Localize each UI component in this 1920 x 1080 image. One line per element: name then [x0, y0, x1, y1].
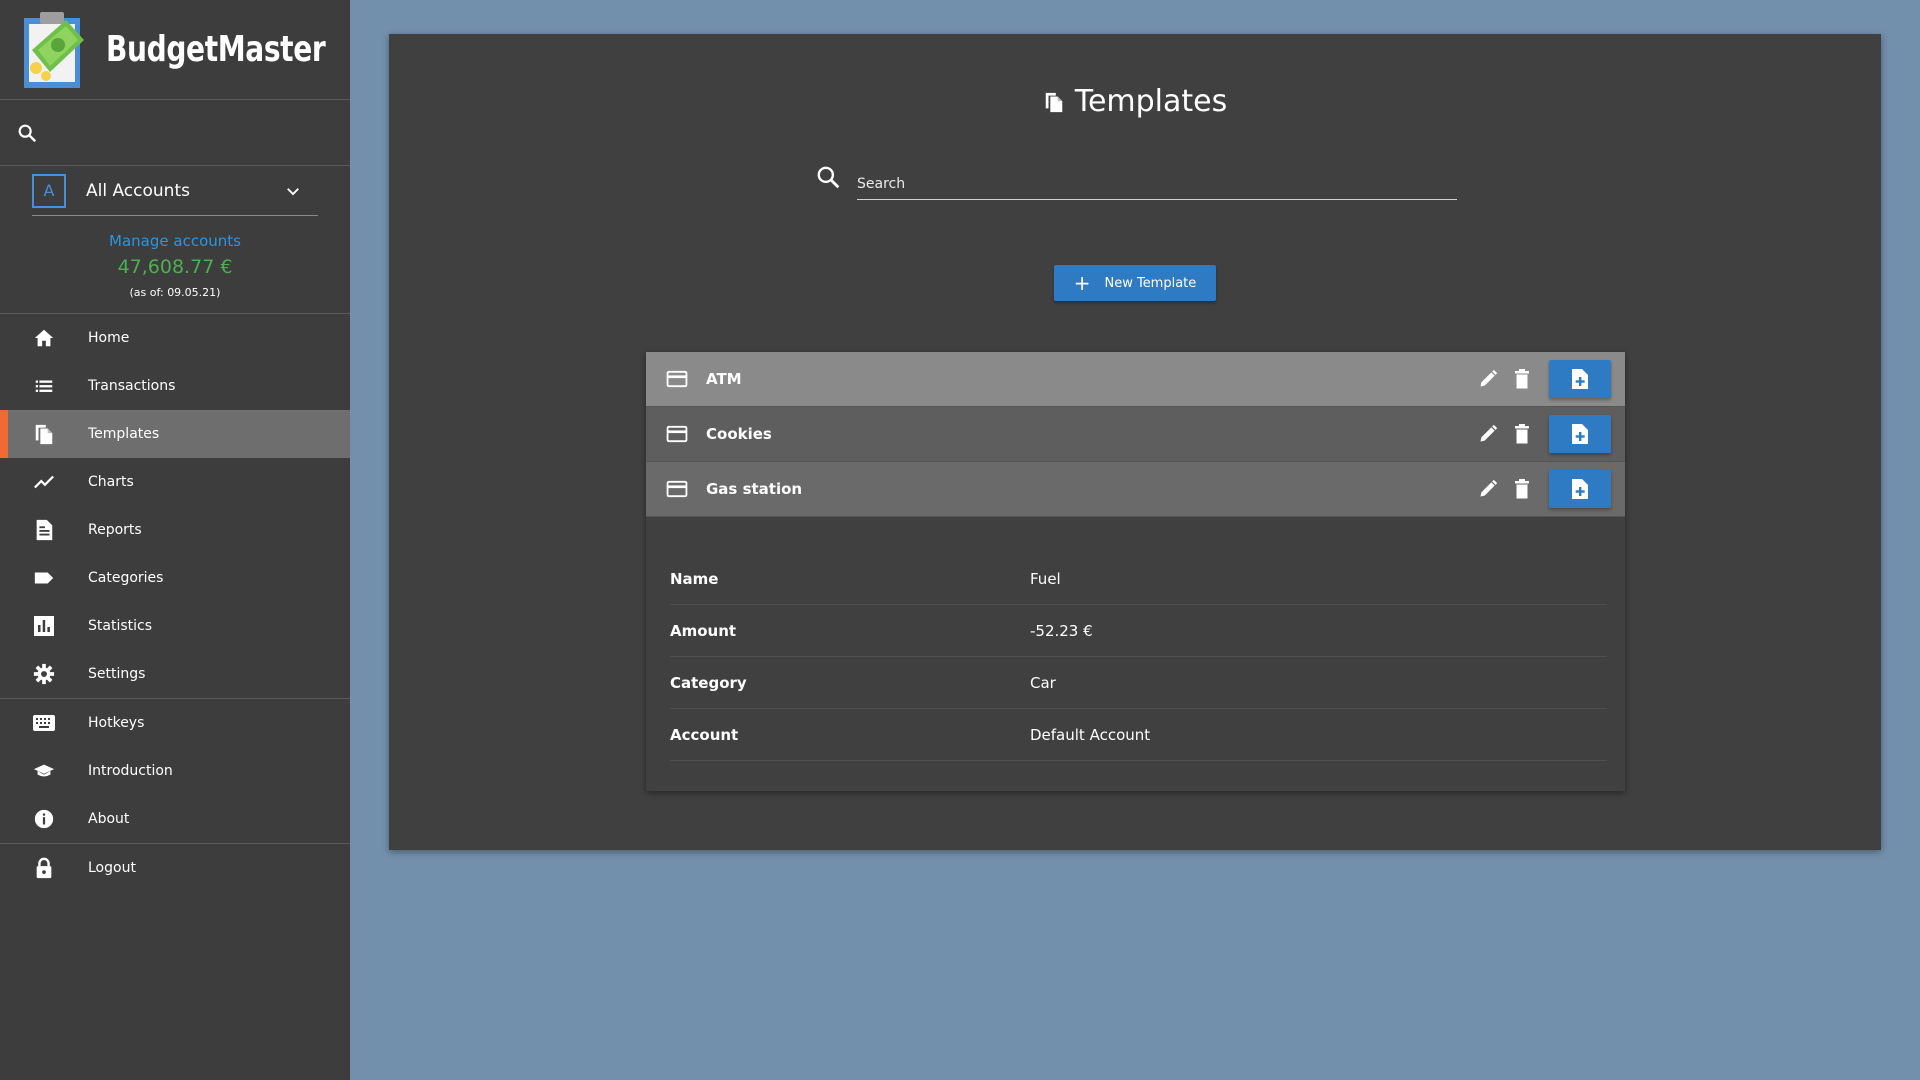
sidebar-item-label: Charts	[88, 474, 134, 490]
sidebar-item-label: Reports	[88, 522, 142, 538]
sidebar-item-hotkeys[interactable]: Hotkeys	[0, 699, 350, 747]
logo-area: BudgetMaster	[0, 0, 350, 100]
sidebar-item-label: Categories	[88, 570, 164, 586]
search-input[interactable]	[857, 164, 1457, 200]
sidebar-item-label: Hotkeys	[88, 715, 145, 731]
detail-value: -52.23 €	[1030, 621, 1093, 640]
note-add-icon	[1572, 424, 1588, 444]
page-title-row: Templates	[389, 84, 1881, 119]
sidebar-search[interactable]	[0, 100, 350, 166]
template-name: Cookies	[706, 425, 772, 443]
plus-icon: +	[1073, 271, 1091, 295]
use-template-button[interactable]	[1549, 360, 1611, 398]
sidebar-item-charts[interactable]: Charts	[0, 458, 350, 506]
sidebar-item-label: Statistics	[88, 618, 152, 634]
sidebar-item-about[interactable]: About	[0, 795, 350, 843]
sidebar-item-label: About	[88, 811, 130, 827]
detail-key: Category	[670, 673, 747, 692]
trending-up-icon	[32, 470, 56, 494]
app-name: BudgetMaster	[106, 29, 326, 70]
home-icon	[32, 326, 56, 350]
sidebar-item-label: Transactions	[88, 378, 176, 394]
note-add-icon	[1572, 479, 1588, 499]
templates-card: Templates + New Template ATM Cookies Gas…	[389, 34, 1881, 850]
template-name: Gas station	[706, 480, 803, 498]
edit-icon[interactable]	[1475, 366, 1501, 392]
delete-icon[interactable]	[1509, 476, 1535, 502]
sidebar-nav: Home Transactions Templates Charts Repor…	[0, 314, 350, 892]
account-select[interactable]: A All Accounts	[32, 166, 318, 216]
edit-icon[interactable]	[1475, 421, 1501, 447]
edit-icon[interactable]	[1475, 476, 1501, 502]
detail-row: Name Fuel	[670, 553, 1607, 605]
description-icon	[32, 518, 56, 542]
sidebar-item-label: Home	[88, 330, 130, 346]
use-template-button[interactable]	[1549, 415, 1611, 453]
detail-value: Default Account	[1030, 725, 1151, 744]
file-copy-icon	[32, 422, 56, 446]
search-icon[interactable]	[16, 122, 38, 144]
detail-key: Account	[670, 725, 739, 744]
sidebar-item-templates[interactable]: Templates	[0, 410, 350, 458]
sidebar-item-introduction[interactable]: Introduction	[0, 747, 350, 795]
detail-row: Account Default Account	[670, 709, 1607, 761]
delete-icon[interactable]	[1509, 421, 1535, 447]
bar-chart-icon	[32, 614, 56, 638]
template-list: ATM Cookies Gas station Name Fuel Amount…	[646, 352, 1625, 791]
label-icon	[32, 566, 56, 590]
school-icon	[32, 759, 56, 783]
credit-card-icon	[666, 370, 688, 388]
template-row[interactable]: Cookies	[646, 407, 1625, 462]
detail-row: Amount -52.23 €	[670, 605, 1607, 657]
delete-icon[interactable]	[1509, 366, 1535, 392]
new-template-label: New Template	[1104, 275, 1197, 291]
new-template-button[interactable]: + New Template	[1054, 265, 1216, 301]
detail-value: Car	[1030, 673, 1056, 692]
sidebar-item-transactions[interactable]: Transactions	[0, 362, 350, 410]
detail-value: Fuel	[1030, 569, 1061, 588]
account-badge: A	[32, 173, 66, 208]
balance-date: (as of: 09.05.21)	[129, 286, 221, 299]
sidebar-item-label: Settings	[88, 666, 146, 682]
sidebar-item-label: Introduction	[88, 763, 173, 779]
sidebar-item-settings[interactable]: Settings	[0, 650, 350, 698]
account-panel: A All Accounts Manage accounts 47,608.77…	[0, 166, 350, 314]
manage-accounts-link[interactable]: Manage accounts	[0, 232, 350, 250]
template-name: ATM	[706, 370, 742, 388]
list-icon	[32, 374, 56, 398]
use-template-button[interactable]	[1549, 470, 1611, 508]
template-row[interactable]: Gas station	[646, 462, 1625, 517]
credit-card-icon	[666, 425, 688, 443]
sidebar-item-label: Templates	[88, 426, 160, 442]
account-select-value: All Accounts	[86, 180, 190, 201]
sidebar-item-statistics[interactable]: Statistics	[0, 602, 350, 650]
sidebar-item-reports[interactable]: Reports	[0, 506, 350, 554]
template-row[interactable]: ATM	[646, 352, 1625, 407]
sidebar-item-home[interactable]: Home	[0, 314, 350, 362]
detail-row: Category Car	[670, 657, 1607, 709]
page-title: Templates	[1074, 84, 1228, 119]
logo-icon	[22, 10, 88, 90]
credit-card-icon	[666, 480, 688, 498]
note-add-icon	[1572, 369, 1588, 389]
file-copy-icon	[1045, 92, 1062, 112]
sidebar-item-logout[interactable]: Logout	[0, 844, 350, 892]
gear-icon	[32, 662, 56, 686]
info-icon	[32, 807, 56, 831]
detail-key: Name	[670, 569, 719, 588]
sidebar-item-categories[interactable]: Categories	[0, 554, 350, 602]
sidebar: BudgetMaster A All Accounts Manage accou…	[0, 0, 350, 1080]
sidebar-item-label: Logout	[88, 860, 136, 876]
detail-key: Amount	[670, 621, 737, 640]
account-balance: 47,608.77 €	[117, 256, 233, 278]
chevron-down-icon	[287, 187, 299, 195]
template-search	[815, 164, 1457, 200]
search-icon	[817, 166, 840, 189]
template-details: Name Fuel Amount -52.23 € Category Car A…	[646, 517, 1625, 791]
keyboard-icon	[32, 711, 56, 735]
lock-icon	[32, 856, 56, 880]
